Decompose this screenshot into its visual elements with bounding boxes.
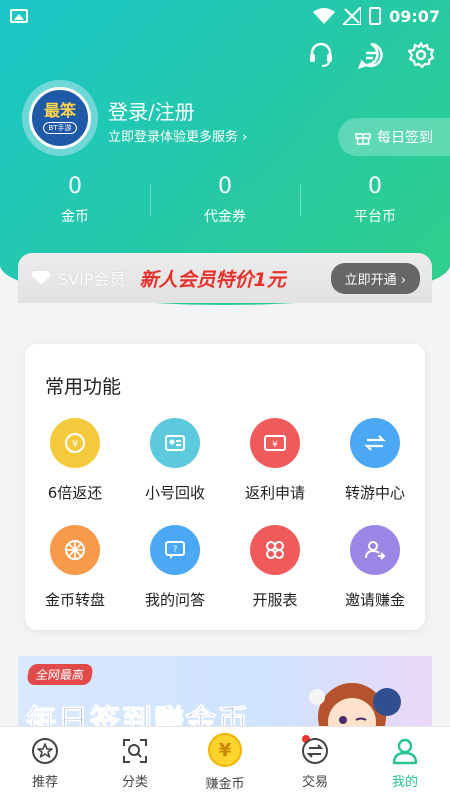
status-bar: 09:07 (0, 0, 450, 32)
svg-text:¥: ¥ (72, 439, 78, 450)
id-card-icon (150, 418, 200, 468)
svip-promo-text: 新人会员特价1元 (139, 268, 286, 291)
daily-checkin-banner[interactable]: 全网最高 每日签到赚金币 (18, 656, 432, 726)
svg-text:?: ? (173, 545, 178, 555)
exchange-icon (302, 738, 328, 764)
function-item[interactable]: ? 我的问答 (125, 525, 225, 610)
function-item[interactable]: 转游中心 (325, 418, 425, 503)
stat-label: 平台币 (354, 209, 396, 225)
stat-value: 0 (218, 174, 232, 199)
diamond-icon (31, 271, 51, 285)
function-item[interactable]: 开服表 (225, 525, 325, 610)
bottom-tab-bar: 推荐 分类 ¥ 赚金币 交易 我的 (0, 726, 450, 800)
banner-tag: 全网最高 (26, 664, 94, 685)
ticket-icon: ¥ (250, 418, 300, 468)
function-item[interactable]: 邀请赚金 (325, 525, 425, 610)
no-signal-icon (343, 7, 362, 25)
tab-label: 交易 (301, 775, 328, 790)
stat-label: 代金券 (204, 209, 246, 225)
tab-trade[interactable]: 交易 (270, 727, 360, 800)
logo-text: 最笨 (43, 101, 76, 120)
svip-label: SVIP会员 (58, 270, 126, 289)
wifi-icon (313, 8, 336, 24)
stat-platform-coins[interactable]: 0 平台币 (300, 172, 450, 232)
message-icon[interactable] (356, 40, 386, 70)
star-icon (32, 738, 58, 764)
clock: 09:07 (389, 6, 440, 26)
wheel-icon (50, 525, 100, 575)
function-item-label: 开服表 (252, 591, 298, 609)
function-item-label: 6倍返还 (47, 484, 103, 502)
function-item-label: 返利申请 (244, 484, 305, 502)
user-icon (392, 738, 418, 765)
svg-text:¥: ¥ (272, 440, 278, 450)
svip-open-button[interactable]: 立即开通 › (330, 262, 420, 294)
qa-icon: ? (150, 525, 200, 575)
login-subtitle-link[interactable]: 立即登录体验更多服务 › (108, 126, 247, 145)
logo-subtext: BT手游 (43, 122, 77, 134)
battery-icon (369, 7, 382, 25)
grid-icon (250, 525, 300, 575)
tab-earn-coins[interactable]: ¥ 赚金币 (180, 727, 310, 800)
avatar[interactable]: 最笨 BT手游 (22, 80, 98, 156)
function-item[interactable]: 金币转盘 (25, 525, 125, 610)
app-logo: 最笨 BT手游 (29, 87, 91, 149)
function-item-label: 金币转盘 (44, 591, 105, 609)
stat-vouchers[interactable]: 0 代金券 (150, 172, 300, 232)
anime-character-illustration (309, 683, 401, 726)
transfer-icon (350, 418, 400, 468)
common-functions-card: 常用功能 ¥6倍返还 小号回收 ¥ 返利申请 转游中心 金币转盘? 我的问答 开服表 邀请赚金 (25, 344, 425, 630)
gold-coin-icon: ¥ (208, 733, 242, 767)
tab-label: 赚金币 (205, 777, 245, 792)
tab-category[interactable]: 分类 (90, 727, 180, 800)
tab-recommend[interactable]: 推荐 (0, 727, 90, 800)
function-item[interactable]: ¥ 返利申请 (225, 418, 325, 503)
function-grid: ¥6倍返还 小号回收 ¥ 返利申请 转游中心 金币转盘? 我的问答 开服表 邀请赚金 (25, 418, 425, 610)
category-scan-icon (123, 739, 147, 763)
stat-label: 金币 (61, 209, 89, 225)
stat-value: 0 (68, 174, 82, 199)
login-register-link[interactable]: 登录/注册 (108, 96, 195, 125)
customer-service-icon[interactable] (306, 40, 336, 70)
svip-banner[interactable]: SVIP会员 新人会员特价1元 立即开通 › (18, 253, 432, 303)
function-item-label: 小号回收 (144, 484, 205, 502)
daily-checkin-label: 每日签到 (377, 130, 433, 146)
function-item-label: 我的问答 (144, 591, 205, 609)
tab-label: 我的 (391, 775, 418, 790)
section-title: 常用功能 (45, 376, 122, 398)
stat-gold-coins[interactable]: 0 金币 (0, 172, 150, 232)
daily-checkin-button[interactable]: 每日签到 (338, 118, 450, 156)
function-item[interactable]: 小号回收 (125, 418, 225, 503)
tab-label: 推荐 (31, 775, 58, 790)
gift-icon (355, 133, 371, 145)
tab-label: 分类 (121, 775, 148, 790)
tab-mine[interactable]: 我的 (360, 727, 450, 800)
function-item[interactable]: ¥6倍返还 (25, 418, 125, 503)
coin-return-icon: ¥ (50, 418, 100, 468)
settings-gear-icon[interactable] (406, 40, 436, 70)
function-item-label: 邀请赚金 (344, 591, 405, 609)
stat-value: 0 (368, 174, 382, 199)
image-notification-icon (10, 9, 28, 23)
invite-icon (350, 525, 400, 575)
banner-headline: 每日签到赚金币 (26, 704, 250, 727)
stats-row: 0 金币 0 代金券 0 平台币 (0, 172, 450, 232)
function-item-label: 转游中心 (344, 484, 405, 502)
